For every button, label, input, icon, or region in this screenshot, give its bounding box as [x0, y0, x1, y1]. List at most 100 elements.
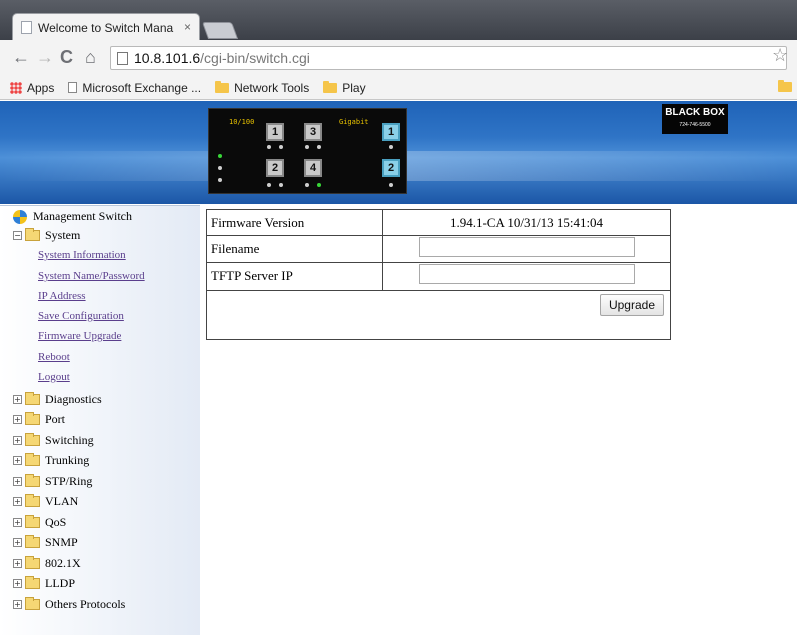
- tree-folder-label: STP/Ring: [45, 474, 93, 488]
- tree-folder-qos[interactable]: + QoS: [13, 515, 66, 530]
- expand-icon[interactable]: +: [13, 579, 22, 588]
- expand-icon[interactable]: +: [13, 600, 22, 609]
- port-led: [279, 145, 283, 149]
- folder-icon: [25, 535, 40, 548]
- page-icon: [117, 51, 128, 65]
- forward-arrow-icon[interactable]: →: [36, 48, 54, 66]
- tree-folder-vlan[interactable]: + VLAN: [13, 494, 78, 509]
- tree-folder-others-protocols[interactable]: + Others Protocols: [13, 597, 125, 612]
- tree-folder-switching[interactable]: + Switching: [13, 433, 94, 448]
- tree-folder-label: Port: [45, 412, 66, 426]
- port-led: [305, 183, 309, 187]
- expand-icon[interactable]: +: [13, 415, 22, 424]
- filename-input[interactable]: [418, 237, 635, 258]
- tree-link-system-information[interactable]: System Information: [38, 249, 126, 261]
- tree-root-label: Management Switch: [33, 209, 132, 223]
- bookmark-network-tools[interactable]: Network Tools: [215, 80, 310, 95]
- firmware-version-value: 1.94.1-CA 10/31/13 15:41:04: [382, 208, 671, 237]
- port-3[interactable]: 3: [304, 123, 322, 141]
- tree-link-save-configuration[interactable]: Save Configuration: [38, 310, 124, 322]
- expand-icon[interactable]: +: [13, 518, 22, 527]
- tree-folder-label: LLDP: [45, 576, 75, 590]
- home-icon[interactable]: ⌂: [85, 48, 96, 66]
- expand-icon[interactable]: +: [13, 456, 22, 465]
- tree-folder-diagnostics[interactable]: + Diagnostics: [13, 392, 102, 407]
- folder-icon: [25, 453, 40, 466]
- expand-icon[interactable]: +: [13, 395, 22, 404]
- folder-icon: [25, 576, 40, 589]
- tree-link-ip-address[interactable]: IP Address: [38, 290, 86, 302]
- reload-icon[interactable]: C: [60, 48, 73, 66]
- expand-icon[interactable]: +: [13, 538, 22, 547]
- switch-front-panel: 10/100 Gigabit 1 3 2 4 1 2: [208, 108, 407, 194]
- bookmark-play[interactable]: Play: [323, 80, 366, 95]
- tree-folder-label: Diagnostics: [45, 392, 102, 406]
- firmware-upgrade-form: Firmware Version 1.94.1-CA 10/31/13 15:4…: [206, 208, 671, 341]
- status-led: [218, 178, 222, 182]
- upgrade-button[interactable]: Upgrade: [599, 293, 664, 316]
- gigabit-port-1[interactable]: 1: [382, 123, 400, 141]
- expand-icon[interactable]: +: [13, 436, 22, 445]
- browser-tab[interactable]: Welcome to Switch Mana ×: [12, 13, 200, 41]
- bookmark-label: Network Tools: [234, 80, 310, 95]
- tree-folder-label: System: [45, 228, 81, 242]
- tree-folder-8021x[interactable]: + 802.1X: [13, 556, 81, 571]
- expand-icon[interactable]: +: [13, 477, 22, 486]
- address-bar[interactable]: 10.8.101.6/cgi-bin/switch.cgi: [110, 46, 787, 70]
- tftp-server-ip-label: TFTP Server IP: [206, 262, 383, 291]
- fast-ethernet-label: 10/100: [229, 118, 255, 126]
- bookmark-label: Apps: [27, 80, 55, 95]
- tree-folder-trunking[interactable]: + Trunking: [13, 453, 89, 468]
- close-icon[interactable]: ×: [184, 20, 191, 34]
- back-arrow-icon[interactable]: ←: [12, 48, 30, 66]
- tftp-server-ip-cell: [382, 262, 671, 291]
- tree-folder-label: Trunking: [45, 453, 90, 467]
- tree-link-reboot[interactable]: Reboot: [38, 351, 70, 363]
- tree-folder-lldp[interactable]: + LLDP: [13, 576, 75, 591]
- folder-icon: [25, 433, 40, 446]
- folder-icon: [25, 494, 40, 507]
- page-icon: [68, 82, 78, 93]
- bookmark-label: Play: [342, 80, 366, 95]
- port-led: [389, 183, 393, 187]
- tree-link-firmware-upgrade[interactable]: Firmware Upgrade: [38, 330, 121, 342]
- url-path: /cgi-bin/switch.cgi: [200, 50, 310, 66]
- filename-label: Filename: [206, 235, 383, 264]
- bookmark-microsoft-exchange[interactable]: Microsoft Exchange ...: [68, 81, 201, 95]
- logo-phone: 724-746-5500: [679, 122, 711, 128]
- folder-icon: [25, 392, 40, 405]
- tree-link-system-name-password[interactable]: System Name/Password: [38, 270, 145, 282]
- tree-folder-snmp[interactable]: + SNMP: [13, 535, 78, 550]
- tree-folder-label: Others Protocols: [45, 597, 126, 611]
- port-led: [267, 183, 271, 187]
- gigabit-label: Gigabit: [339, 118, 369, 126]
- gigabit-port-2[interactable]: 2: [382, 159, 400, 177]
- bookmark-label: Microsoft Exchange ...: [82, 80, 202, 95]
- new-tab-button[interactable]: [201, 22, 239, 39]
- browser-toolbar: ← → C ⌂ 10.8.101.6/cgi-bin/switch.cgi ☆: [0, 40, 797, 76]
- port-4[interactable]: 4: [304, 159, 322, 177]
- bookmark-star-icon[interactable]: ☆: [772, 45, 788, 66]
- bookmarks-bar: Apps Microsoft Exchange ... Network Tool…: [0, 76, 797, 100]
- bookmark-apps[interactable]: Apps: [10, 81, 54, 95]
- tree-folder-label: VLAN: [45, 494, 79, 508]
- port-2[interactable]: 2: [266, 159, 284, 177]
- status-led: [218, 154, 222, 158]
- collapse-icon[interactable]: −: [13, 231, 22, 240]
- tree-link-logout[interactable]: Logout: [38, 371, 70, 383]
- folder-icon: [25, 515, 40, 528]
- port-1[interactable]: 1: [266, 123, 284, 141]
- browser-titlebar: Welcome to Switch Mana ×: [0, 0, 797, 41]
- tftp-server-ip-input[interactable]: [418, 264, 635, 285]
- tree-folder-port[interactable]: + Port: [13, 412, 65, 427]
- form-actions: Upgrade: [206, 289, 671, 341]
- tree-folder-stp-ring[interactable]: + STP/Ring: [13, 474, 92, 489]
- expand-icon[interactable]: +: [13, 497, 22, 506]
- status-led: [218, 166, 222, 170]
- tree-folder-label: 802.1X: [45, 556, 81, 570]
- expand-icon[interactable]: +: [13, 559, 22, 568]
- url-host: 10.8.101.6: [134, 50, 201, 66]
- tree-root[interactable]: Management Switch: [13, 209, 132, 224]
- other-bookmarks-folder-icon[interactable]: [778, 80, 792, 92]
- tree-folder-system[interactable]: − System: [13, 228, 80, 243]
